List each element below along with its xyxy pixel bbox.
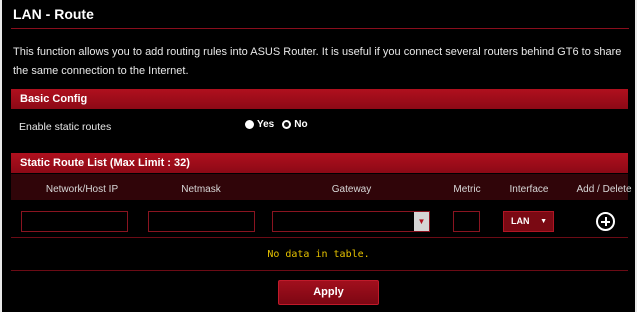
column-metric: Metric [453,184,481,195]
column-interface: Interface [509,184,549,195]
table-bottom-divider [11,270,628,271]
lan-route-panel: LAN - Route This function allows you to … [2,0,635,312]
column-add-delete: Add / Delete [576,184,632,195]
gateway-input[interactable]: ▼ [272,211,430,232]
caret-down-icon: ▼ [540,218,547,225]
metric-input[interactable] [453,211,480,232]
radio-no-label: No [294,119,308,130]
interface-select[interactable]: LAN ▼ [503,211,554,232]
static-route-list-header: Static Route List (Max Limit : 32) [11,153,628,173]
netmask-input[interactable] [148,211,255,232]
apply-button[interactable]: Apply [278,280,379,305]
enable-static-routes-radio-group: Yes No [245,119,316,130]
network-host-ip-input[interactable] [21,211,128,232]
add-circle-icon[interactable] [596,212,615,231]
interface-value: LAN [511,216,530,226]
table-divider [11,237,628,238]
radio-no[interactable] [282,120,292,129]
column-netmask: Netmask [181,184,221,195]
gateway-dropdown-button[interactable]: ▼ [414,212,429,231]
triangle-down-icon: ▼ [417,217,426,226]
title-divider [11,28,629,29]
page-title: LAN - Route [13,6,94,22]
page-description: This function allows you to add routing … [13,46,622,77]
radio-yes[interactable] [245,120,254,129]
empty-table-message: No data in table. [267,249,370,260]
column-gateway: Gateway [331,184,372,195]
radio-yes-label: Yes [257,119,275,130]
enable-static-routes-label: Enable static routes [19,121,112,133]
basic-config-header: Basic Config [11,89,628,109]
column-network-host-ip: Network/Host IP [45,184,119,195]
